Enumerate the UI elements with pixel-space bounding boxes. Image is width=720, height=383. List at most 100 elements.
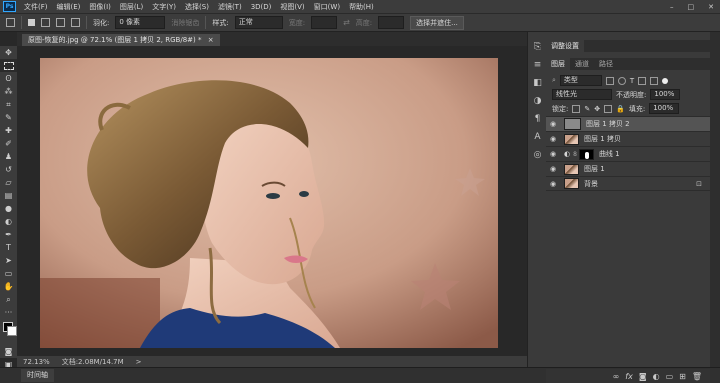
visibility-eye-icon[interactable]: ◉: [546, 165, 560, 173]
dodge-tool-icon[interactable]: ◐: [0, 215, 17, 228]
properties-panel-icon[interactable]: ≡: [528, 56, 547, 74]
libraries-panel-icon[interactable]: ◎: [528, 146, 547, 164]
select-and-mask-button[interactable]: 选择并遮住...: [410, 15, 464, 30]
lock-all-icon[interactable]: 🔒: [616, 105, 625, 113]
maximize-button[interactable]: □: [688, 3, 695, 11]
close-button[interactable]: ✕: [708, 3, 714, 11]
document-image[interactable]: [40, 58, 498, 348]
document-tab[interactable]: 原图-恢复的.jpg @ 72.1% (图层 1 拷贝 2, RGB/8#) *…: [22, 34, 220, 46]
height-input[interactable]: [378, 16, 405, 29]
width-input[interactable]: [311, 16, 338, 29]
fx-icon[interactable]: fx: [625, 372, 633, 381]
visibility-eye-icon[interactable]: ◉: [546, 180, 560, 188]
menu-help[interactable]: 帮助(H): [349, 2, 374, 12]
new-layer-icon[interactable]: ⊞: [679, 372, 686, 381]
fill-input[interactable]: 100%: [649, 103, 680, 114]
quick-mask-icon[interactable]: ◙: [0, 345, 17, 358]
layer-row[interactable]: ◉ ◐ 8 曲线 1: [546, 146, 710, 161]
paragraph-panel-icon[interactable]: ¶: [528, 110, 547, 128]
swap-icon[interactable]: ⇄: [343, 18, 350, 27]
marquee-preset-icon[interactable]: [6, 18, 15, 27]
blend-mode-select[interactable]: 线性光: [552, 89, 612, 100]
background-color-swatch[interactable]: [7, 326, 17, 336]
menu-window[interactable]: 窗口(W): [314, 2, 340, 12]
pen-tool-icon[interactable]: ✒: [0, 228, 17, 241]
visibility-eye-icon[interactable]: ◉: [546, 120, 560, 128]
eyedropper-tool-icon[interactable]: ✎: [0, 111, 17, 124]
layer-name[interactable]: 图层 1 拷贝 2: [586, 119, 630, 129]
history-brush-tool-icon[interactable]: ↺: [0, 163, 17, 176]
type-filter-icon[interactable]: T: [630, 77, 634, 85]
menu-select[interactable]: 选择(S): [185, 2, 209, 12]
link-icon[interactable]: ∞: [613, 372, 620, 381]
group-icon[interactable]: ▭: [666, 372, 674, 381]
menu-image[interactable]: 图像(I): [89, 2, 111, 12]
zoom-level[interactable]: 72.13%: [23, 358, 50, 366]
color-panel-icon[interactable]: ◑: [528, 92, 547, 110]
adjustment-icon[interactable]: ◐: [653, 372, 660, 381]
layer-row[interactable]: ◉ 图层 1 拷贝: [546, 131, 710, 146]
layer-row[interactable]: ◉ 图层 1 拷贝 2: [546, 116, 710, 131]
lock-artboard-icon[interactable]: [604, 104, 613, 113]
layer-mask-thumbnail[interactable]: [578, 148, 594, 160]
intersect-selection-icon[interactable]: [71, 18, 80, 27]
color-swatches[interactable]: [0, 319, 17, 345]
layer-name[interactable]: 图层 1: [584, 164, 605, 174]
brush-tool-icon[interactable]: ✐: [0, 137, 17, 150]
tab-paths[interactable]: 路径: [594, 58, 618, 70]
shape-tool-icon[interactable]: ▭: [0, 267, 17, 280]
move-tool-icon[interactable]: ✥: [0, 46, 17, 59]
style-select[interactable]: 正常: [234, 16, 283, 29]
magic-wand-tool-icon[interactable]: ⁂: [0, 85, 17, 98]
lock-paint-icon[interactable]: ✎: [584, 105, 590, 113]
layer-name[interactable]: 图层 1 拷贝: [584, 134, 621, 144]
menu-file[interactable]: 文件(F): [24, 2, 48, 12]
add-selection-icon[interactable]: [41, 18, 50, 27]
feather-input[interactable]: 0 像素: [115, 16, 166, 29]
layer-row[interactable]: ◉ 图层 1: [546, 161, 710, 176]
antialias-checkbox[interactable]: 消除锯齿: [171, 18, 199, 28]
more-tools-icon[interactable]: ···: [0, 306, 17, 319]
visibility-eye-icon[interactable]: ◉: [546, 135, 560, 143]
smart-filter-icon[interactable]: [650, 76, 659, 85]
pixel-filter-icon[interactable]: [605, 76, 614, 85]
trash-icon[interactable]: 🗑: [692, 372, 702, 381]
menu-edit[interactable]: 编辑(E): [57, 2, 81, 12]
lasso-tool-icon[interactable]: ʘ: [0, 72, 17, 85]
menu-type[interactable]: 文字(Y): [152, 2, 176, 12]
layer-name[interactable]: 背景: [584, 179, 598, 189]
menu-layer[interactable]: 图层(L): [120, 2, 143, 12]
zoom-tool-icon[interactable]: ⌕: [0, 293, 17, 306]
opacity-input[interactable]: 100%: [650, 89, 681, 100]
kind-filter-select[interactable]: 类型: [559, 75, 602, 86]
layer-row[interactable]: ◉ 背景 ⊡: [546, 176, 710, 191]
menu-3d[interactable]: 3D(D): [251, 3, 272, 11]
gradient-tool-icon[interactable]: ▤: [0, 189, 17, 202]
healing-brush-tool-icon[interactable]: ✚: [0, 124, 17, 137]
marquee-tool-icon[interactable]: [0, 59, 17, 72]
lock-transparent-icon[interactable]: [572, 104, 581, 113]
subtract-selection-icon[interactable]: [56, 18, 65, 27]
shape-filter-icon[interactable]: [638, 76, 647, 85]
minimize-button[interactable]: –: [670, 3, 674, 11]
tab-layers[interactable]: 图层: [546, 58, 570, 70]
clone-stamp-tool-icon[interactable]: ♟: [0, 150, 17, 163]
lock-position-icon[interactable]: ✥: [594, 105, 600, 113]
crop-tool-icon[interactable]: ⌗: [0, 98, 17, 111]
tab-channels[interactable]: 通道: [570, 58, 594, 70]
history-panel-icon[interactable]: ⎘: [528, 38, 547, 56]
filter-toggle-icon[interactable]: [662, 77, 669, 84]
status-menu-arrow[interactable]: >: [136, 358, 142, 366]
tab-adjust-settings[interactable]: 调整设置: [546, 40, 584, 52]
hand-tool-icon[interactable]: ✋: [0, 280, 17, 293]
chain-link-icon[interactable]: 8: [573, 151, 577, 158]
adjustments-panel-icon[interactable]: ◧: [528, 74, 547, 92]
eraser-tool-icon[interactable]: ▱: [0, 176, 17, 189]
menu-filter[interactable]: 滤镜(T): [218, 2, 242, 12]
visibility-eye-icon[interactable]: ◉: [546, 150, 560, 158]
mask-icon[interactable]: ◙: [639, 372, 647, 381]
path-selection-tool-icon[interactable]: ➤: [0, 254, 17, 267]
blur-tool-icon[interactable]: ●: [0, 202, 17, 215]
menu-view[interactable]: 视图(V): [280, 2, 304, 12]
character-panel-icon[interactable]: A: [528, 128, 547, 146]
